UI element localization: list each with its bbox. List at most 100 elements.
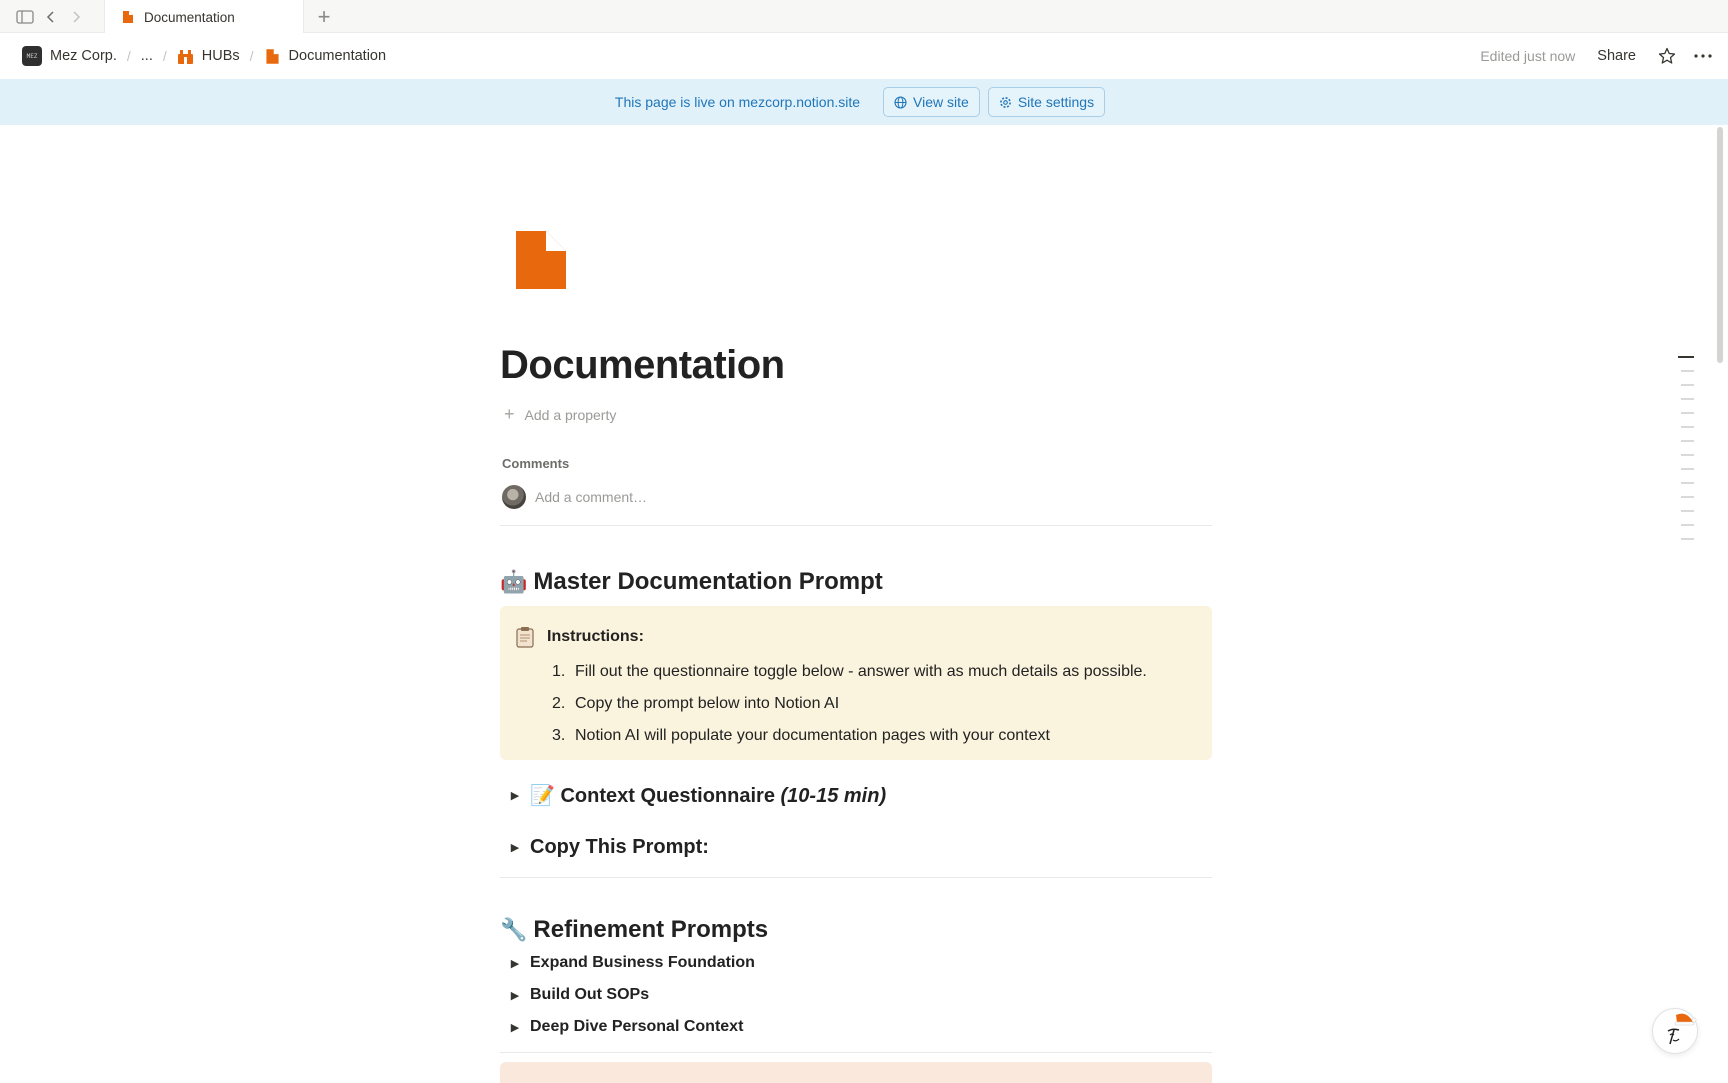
toggle-arrow-icon[interactable]: ▶ bbox=[500, 1021, 530, 1034]
page-icon bbox=[123, 11, 133, 23]
toggle-label: Expand Business Foundation bbox=[530, 954, 755, 971]
outline-item[interactable] bbox=[1681, 440, 1694, 442]
globe-icon bbox=[894, 95, 907, 109]
breadcrumb-separator: / bbox=[162, 48, 167, 64]
list-number: 2. bbox=[552, 695, 566, 712]
outline-item[interactable] bbox=[1681, 426, 1694, 428]
outline-item[interactable] bbox=[1681, 384, 1694, 386]
list-number: 3. bbox=[552, 727, 566, 744]
tab-documentation[interactable]: Documentation bbox=[104, 0, 304, 34]
favorite-star-icon[interactable] bbox=[1654, 43, 1680, 69]
divider bbox=[500, 1052, 1212, 1053]
toggle-build-out-sops[interactable]: ▶ Build Out SOPs bbox=[500, 986, 649, 1004]
outline-item[interactable] bbox=[1681, 412, 1694, 414]
add-property-button[interactable]: + Add a property bbox=[504, 404, 616, 425]
hub-icon bbox=[177, 49, 193, 64]
share-button[interactable]: Share bbox=[1597, 48, 1636, 64]
comment-input[interactable]: Add a comment… bbox=[502, 485, 647, 509]
scrollbar[interactable] bbox=[1717, 127, 1723, 363]
ellipsis-label: ... bbox=[140, 48, 153, 64]
toggle-label: Build Out SOPs bbox=[530, 986, 650, 1003]
breadcrumb-hubs[interactable]: HUBs bbox=[173, 45, 244, 68]
list-item: 1. Fill out the questionnaire toggle belo… bbox=[552, 656, 1147, 688]
divider bbox=[500, 525, 1212, 526]
callout-block[interactable] bbox=[500, 1062, 1212, 1083]
toggle-arrow-icon[interactable]: ▶ bbox=[500, 957, 530, 970]
clipboard-icon bbox=[516, 627, 534, 648]
hubs-label: HUBs bbox=[201, 48, 240, 64]
toggle-expand-business-foundation[interactable]: ▶ Expand Business Foundation bbox=[500, 954, 755, 972]
gear-icon bbox=[999, 96, 1011, 108]
breadcrumb-separator: / bbox=[126, 48, 131, 64]
outline-item[interactable] bbox=[1678, 356, 1694, 358]
topbar: MEZ Mez Corp. / ... / HUBs / Documentati… bbox=[0, 33, 1728, 79]
page-icon bbox=[265, 48, 279, 64]
heading-label: Refinement Prompts bbox=[533, 916, 769, 943]
current-page-label: Documentation bbox=[288, 48, 387, 64]
outline-item[interactable] bbox=[1681, 510, 1694, 512]
list-item: 3. Notion AI will populate your documenta… bbox=[552, 720, 1147, 752]
breadcrumb-ellipsis[interactable]: ... bbox=[137, 45, 157, 67]
toggle-duration: (10-15 min) bbox=[780, 785, 887, 807]
sidebar-toggle-icon[interactable] bbox=[14, 6, 36, 28]
list-text: Copy the prompt below into Notion AI bbox=[575, 695, 840, 712]
list-text: Fill out the questionnaire toggle below … bbox=[575, 663, 1147, 680]
page-outline[interactable] bbox=[1678, 356, 1694, 552]
live-site-text: This page is live on mezcorp.notion.site bbox=[614, 94, 861, 110]
back-icon[interactable] bbox=[40, 6, 62, 28]
tab-label: Documentation bbox=[144, 9, 235, 25]
toggle-arrow-icon[interactable]: ▶ bbox=[500, 989, 530, 1002]
help-button[interactable] bbox=[1652, 1008, 1698, 1054]
outline-item[interactable] bbox=[1681, 468, 1694, 470]
divider bbox=[500, 877, 1212, 878]
list-text: Notion AI will populate your documentati… bbox=[575, 727, 1050, 744]
workspace-logo: MEZ bbox=[22, 46, 42, 66]
more-options-icon[interactable] bbox=[1690, 43, 1716, 69]
breadcrumb-current[interactable]: Documentation bbox=[260, 45, 391, 68]
toggle-arrow-icon[interactable]: ▶ bbox=[500, 841, 530, 854]
outline-item[interactable] bbox=[1681, 496, 1694, 498]
site-settings-button[interactable]: Site settings bbox=[987, 87, 1106, 117]
wrench-icon: 🔧 bbox=[500, 917, 528, 943]
breadcrumb-separator: / bbox=[249, 48, 254, 64]
outline-item[interactable] bbox=[1681, 370, 1694, 372]
memo-icon: 📝 bbox=[530, 785, 555, 807]
workspace-name: Mez Corp. bbox=[50, 48, 117, 64]
instructions-callout[interactable]: Instructions: 1. Fill out the questionnai… bbox=[500, 606, 1212, 760]
outline-item[interactable] bbox=[1681, 482, 1694, 484]
page-icon[interactable] bbox=[515, 230, 567, 290]
outline-item[interactable] bbox=[1681, 538, 1694, 540]
heading-refinement-prompts[interactable]: 🔧 Refinement Prompts bbox=[500, 916, 768, 944]
breadcrumb: MEZ Mez Corp. / ... / HUBs / Documentati… bbox=[0, 43, 390, 69]
toggle-copy-this-prompt[interactable]: ▶ Copy This Prompt: bbox=[500, 836, 709, 859]
list-number: 1. bbox=[552, 663, 566, 680]
new-tab-icon[interactable]: + bbox=[312, 4, 336, 29]
heading-label: Master Documentation Prompt bbox=[533, 568, 883, 595]
page-title[interactable]: Documentation bbox=[500, 343, 785, 388]
toggle-label: Deep Dive Personal Context bbox=[530, 1018, 744, 1035]
outline-item[interactable] bbox=[1681, 454, 1694, 456]
notion-ai-face-icon bbox=[1667, 1013, 1697, 1045]
plus-icon: + bbox=[504, 404, 515, 424]
toggle-context-questionnaire[interactable]: ▶ 📝 Context Questionnaire (10-15 min) bbox=[500, 783, 886, 808]
toggle-deep-dive-personal-context[interactable]: ▶ Deep Dive Personal Context bbox=[500, 1018, 744, 1036]
add-property-label: Add a property bbox=[524, 406, 617, 423]
robot-icon: 🤖 bbox=[500, 569, 528, 595]
comment-placeholder: Add a comment… bbox=[535, 489, 648, 505]
callout-title: Instructions: bbox=[547, 628, 644, 645]
comments-label: Comments bbox=[502, 456, 570, 471]
forward-icon[interactable] bbox=[65, 6, 87, 28]
heading-master-documentation-prompt[interactable]: 🤖 Master Documentation Prompt bbox=[500, 568, 883, 596]
breadcrumb-workspace[interactable]: MEZ Mez Corp. bbox=[18, 43, 121, 69]
outline-item[interactable] bbox=[1681, 524, 1694, 526]
view-site-label: View site bbox=[913, 94, 969, 110]
list-item: 2. Copy the prompt below into Notion AI bbox=[552, 688, 1147, 720]
toggle-label: 📝 Context Questionnaire (10-15 min) bbox=[530, 783, 886, 808]
tab-strip: Documentation + bbox=[0, 0, 1728, 34]
avatar bbox=[502, 485, 526, 509]
instructions-list: 1. Fill out the questionnaire toggle belo… bbox=[552, 656, 1147, 752]
toggle-arrow-icon[interactable]: ▶ bbox=[500, 789, 530, 802]
view-site-button[interactable]: View site bbox=[883, 87, 980, 117]
edited-status: Edited just now bbox=[1480, 48, 1576, 64]
outline-item[interactable] bbox=[1681, 398, 1694, 400]
